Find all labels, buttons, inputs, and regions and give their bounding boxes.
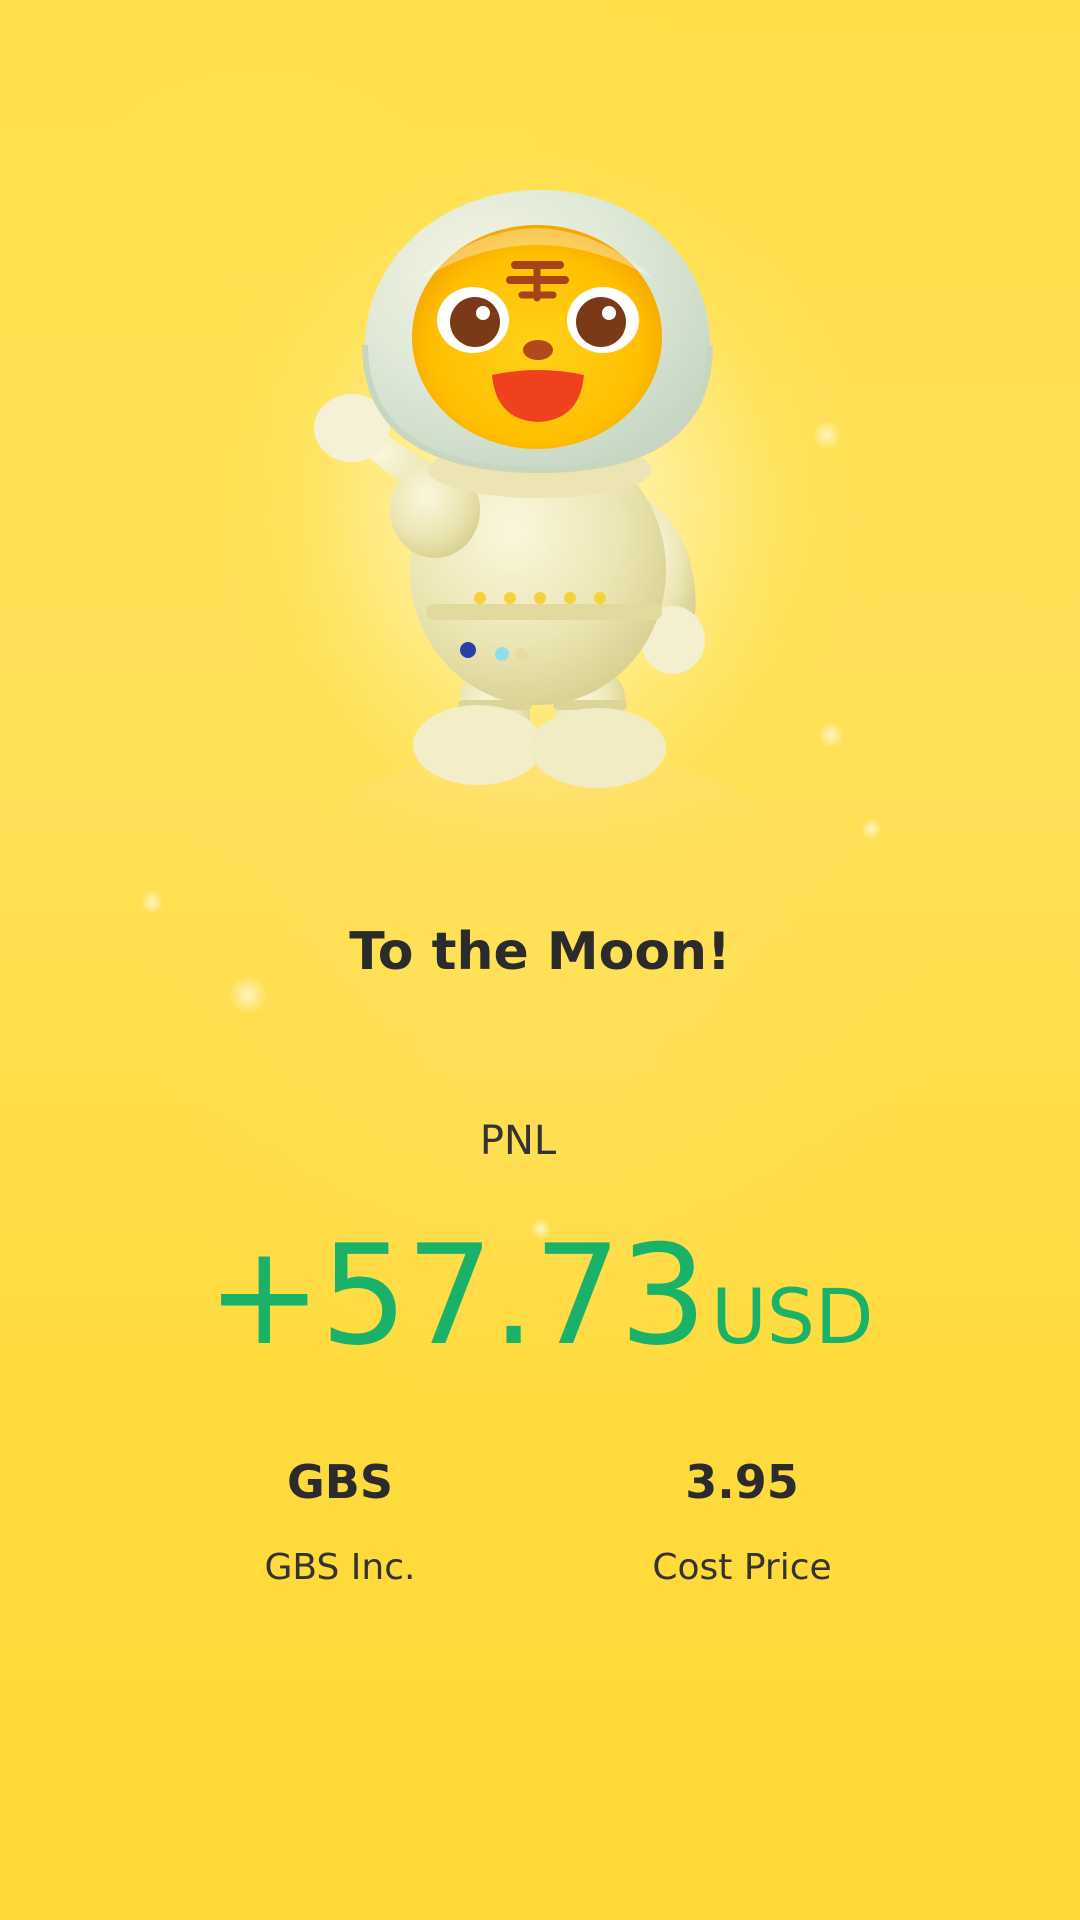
stock-symbol: GBS — [287, 1455, 393, 1509]
cost-info: 3.95 Cost Price — [592, 1455, 892, 1588]
page-title: To the Moon! — [349, 922, 731, 982]
sparkle — [860, 818, 882, 840]
stock-info: GBS GBS Inc. — [190, 1455, 490, 1588]
pnl-label: PNL — [479, 1118, 557, 1164]
sparkle — [140, 890, 164, 914]
pnl-amount: +57.73 — [206, 1215, 707, 1376]
sparkle — [812, 420, 842, 450]
pnl-value: +57.73USD — [0, 1215, 1080, 1376]
sparkle — [818, 722, 844, 748]
cost-price-value: 3.95 — [685, 1455, 799, 1509]
stock-name: GBS Inc. — [264, 1547, 416, 1588]
tiger-astronaut-mascot-icon — [280, 190, 800, 860]
pnl-unit: USD — [711, 1272, 874, 1361]
cost-price-label: Cost Price — [652, 1547, 832, 1588]
